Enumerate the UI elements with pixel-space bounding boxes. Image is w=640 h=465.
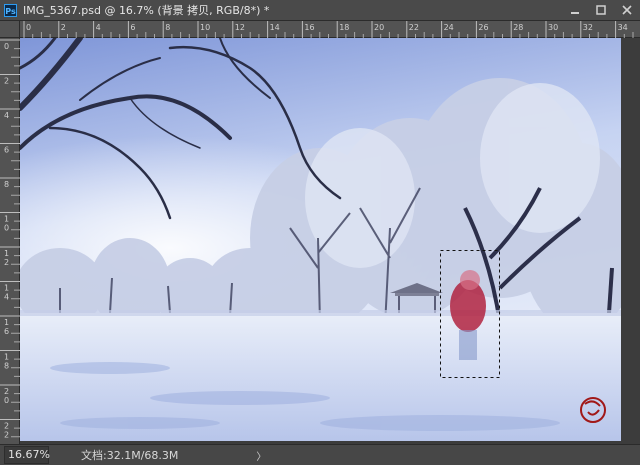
ruler-label: 34	[618, 23, 628, 32]
ruler-label: 4	[4, 293, 9, 302]
ruler-label: 30	[548, 23, 558, 32]
ruler-label: 8	[4, 362, 9, 371]
ruler-label: 12	[235, 23, 245, 32]
close-button[interactable]	[614, 0, 640, 20]
status-bar: 16.67% 文档:32.1M/68.3M 〉	[0, 444, 640, 465]
snow-scene-photo	[20, 38, 621, 441]
ruler-label: 1	[4, 249, 9, 258]
ruler-label: 1	[4, 215, 9, 224]
title-bar: Ps IMG_5367.psd @ 16.7% (背景 拷贝, RGB/8*) …	[0, 0, 640, 21]
ruler-label: 18	[339, 23, 349, 32]
ruler-label: 2	[4, 387, 9, 396]
ruler-label: 0	[4, 42, 9, 51]
document-size-info: 文档:32.1M/68.3M	[81, 449, 179, 462]
vertical-ruler[interactable]: 0246810121416182022	[0, 38, 20, 444]
ruler-label: 10	[200, 23, 210, 32]
ruler-label: 32	[583, 23, 593, 32]
ruler-label: 28	[513, 23, 523, 32]
ruler-label: 14	[270, 23, 280, 32]
ruler-label: 0	[26, 23, 31, 32]
ruler-label: 8	[165, 23, 170, 32]
ruler-label: 24	[444, 23, 454, 32]
ruler-label: 1	[4, 284, 9, 293]
ruler-label: 6	[4, 327, 9, 336]
document-title: IMG_5367.psd @ 16.7% (背景 拷贝, RGB/8*) *	[23, 4, 270, 17]
ruler-label: 6	[130, 23, 135, 32]
ruler-label: 8	[4, 180, 9, 189]
ruler-label: 2	[4, 258, 9, 267]
maximize-icon	[596, 5, 606, 15]
ruler-label: 2	[61, 23, 66, 32]
ruler-label: 2	[4, 422, 9, 431]
ruler-label: 0	[4, 224, 9, 233]
ruler-label: 16	[304, 23, 314, 32]
ruler-label: 6	[4, 146, 9, 155]
status-menu-arrow[interactable]: 〉	[256, 448, 266, 463]
ruler-origin[interactable]	[0, 21, 20, 38]
ruler-label: 2	[4, 431, 9, 440]
ruler-label: 1	[4, 318, 9, 327]
ruler-label: 4	[96, 23, 101, 32]
horizontal-ruler[interactable]: 0 2 4 6 8 10 12 14 16 18 20 22 24 26 28 30 32 34	[20, 21, 640, 38]
zoom-level-field[interactable]: 16.67%	[4, 446, 50, 464]
document-canvas[interactable]	[20, 38, 640, 444]
ruler-label: 0	[4, 396, 9, 405]
ruler-label: 22	[409, 23, 419, 32]
ruler-label: 4	[4, 111, 9, 120]
ruler-label: 1	[4, 353, 9, 362]
photoshop-icon: Ps	[4, 3, 17, 17]
minimize-button[interactable]	[562, 0, 588, 20]
ruler-label: 20	[374, 23, 384, 32]
close-icon	[622, 5, 632, 15]
ruler-label: 26	[478, 23, 488, 32]
minimize-icon	[571, 12, 579, 14]
ruler-label: 2	[4, 77, 9, 86]
window-controls	[562, 0, 640, 20]
maximize-button[interactable]	[588, 0, 614, 20]
